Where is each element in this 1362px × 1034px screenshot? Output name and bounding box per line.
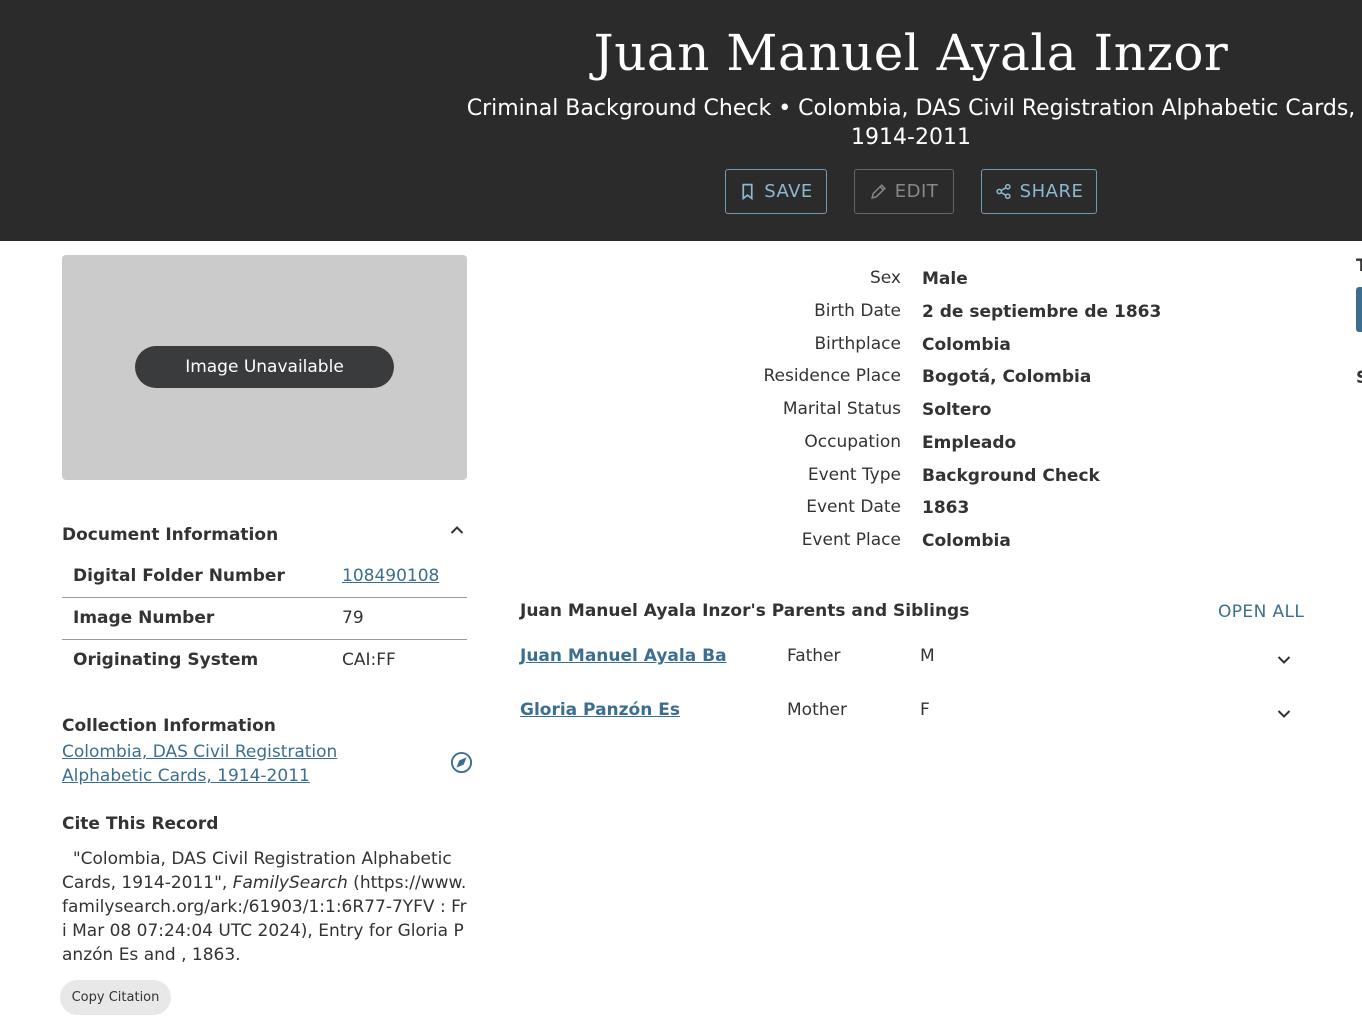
fact-label: Sex — [869, 268, 901, 288]
relative-sex: F — [920, 700, 930, 720]
image-unavailable-badge: Image Unavailable — [135, 346, 394, 388]
fact-row: Event Type Background Check — [520, 462, 1320, 495]
row-value: CAI:FF — [342, 650, 396, 670]
pencil-icon — [870, 184, 886, 199]
fact-row: Marital Status Soltero — [520, 396, 1320, 429]
record-image-placeholder: Image Unavailable — [62, 255, 467, 480]
fact-value: Colombia — [922, 531, 1011, 551]
fact-label: Event Type — [807, 464, 901, 485]
open-all-button[interactable]: OPEN ALL — [1218, 602, 1304, 622]
share-icon — [996, 183, 1011, 200]
row-key: Originating System — [73, 650, 259, 670]
fact-row: Birthplace Colombia — [520, 331, 1320, 364]
fact-value: Male — [922, 269, 968, 289]
fact-value: Empleado — [922, 432, 1017, 453]
record-subtitle: Criminal Background Check • Colombia, DA… — [466, 96, 1356, 150]
fact-label: Residence Place — [763, 366, 901, 387]
document-info-title: Document Information — [62, 525, 279, 545]
compass-icon[interactable] — [450, 751, 473, 774]
record-header: Juan Manuel Ayala Inzor Criminal Backgro… — [0, 0, 1362, 241]
fact-value: Bogotá, Colombia — [922, 367, 1092, 388]
cite-record-title: Cite This Record — [62, 814, 219, 834]
fact-label: Event Date — [806, 497, 901, 518]
relative-relation: Father — [787, 646, 841, 666]
list-item: Gloria Panzón Es Mother F — [520, 700, 1300, 740]
edit-label: EDIT — [894, 181, 939, 202]
family-section-title: Juan Manuel Ayala Inzor's Parents and Si… — [520, 601, 970, 621]
chevron-down-icon[interactable] — [1276, 706, 1292, 722]
collection-link[interactable]: Colombia, DAS Civil Registration Alphabe… — [62, 740, 362, 788]
fact-value: 2 de septiembre de 1863 — [922, 301, 1162, 322]
relative-name-link[interactable]: Juan Manuel Ayala Ba — [520, 646, 727, 666]
chevron-down-icon[interactable] — [1276, 652, 1292, 668]
save-button[interactable]: SAVE — [725, 169, 827, 214]
digital-folder-number-link[interactable]: 108490108 — [342, 566, 439, 586]
fact-row: Birth Date 2 de septiembre de 1863 — [520, 298, 1320, 331]
clipped-sidebar-heading: T — [1356, 256, 1362, 276]
fact-value: Colombia — [922, 334, 1011, 355]
clipped-sidebar-button[interactable] — [1356, 287, 1362, 332]
person-name: Juan Manuel Ayala Inzor — [593, 24, 1229, 82]
fact-label: Event Place — [801, 530, 901, 550]
fact-value: 1863 — [922, 498, 970, 519]
clipped-sidebar-text: S — [1356, 368, 1362, 388]
citation-source: FamilySearch — [232, 873, 348, 893]
fact-label: Birthplace — [814, 333, 901, 354]
collection-info-title: Collection Information — [62, 716, 276, 736]
fact-value: Soltero — [922, 400, 992, 420]
fact-row: Residence Place Bogotá, Colombia — [520, 363, 1320, 396]
bookmark-icon — [742, 183, 753, 200]
table-row: Originating System CAI:FF — [62, 640, 467, 681]
relative-relation: Mother — [787, 700, 847, 720]
chevron-up-icon[interactable] — [449, 522, 465, 538]
table-row: Digital Folder Number 108490108 — [62, 556, 467, 598]
share-button[interactable]: SHARE — [981, 169, 1097, 214]
copy-citation-button[interactable]: Copy Citation — [60, 980, 171, 1015]
row-value: 79 — [342, 608, 364, 628]
row-key: Digital Folder Number — [73, 566, 285, 586]
fact-row: Event Place Colombia — [520, 527, 1320, 560]
document-info-table: Digital Folder Number 108490108 Image Nu… — [62, 556, 467, 681]
fact-row: Sex Male — [520, 265, 1320, 298]
relative-name-link[interactable]: Gloria Panzón Es — [520, 700, 680, 720]
citation-text: "Colombia, DAS Civil Registration Alphab… — [62, 847, 467, 967]
fact-label: Marital Status — [782, 399, 901, 419]
record-facts: Sex Male Birth Date 2 de septiembre de 186… — [520, 265, 1320, 560]
list-item: Juan Manuel Ayala Ba Father M — [520, 646, 1300, 686]
table-row: Image Number 79 — [62, 598, 467, 640]
fact-row: Occupation Empleado — [520, 429, 1320, 462]
share-label: SHARE — [1019, 181, 1084, 202]
edit-button[interactable]: EDIT — [854, 169, 954, 214]
fact-label: Birth Date — [814, 300, 901, 321]
fact-label: Occupation — [804, 431, 901, 452]
relative-sex: M — [920, 646, 935, 666]
row-key: Image Number — [73, 608, 215, 628]
fact-row: Event Date 1863 — [520, 494, 1320, 527]
save-label: SAVE — [764, 181, 813, 202]
fact-value: Background Check — [922, 465, 1100, 486]
